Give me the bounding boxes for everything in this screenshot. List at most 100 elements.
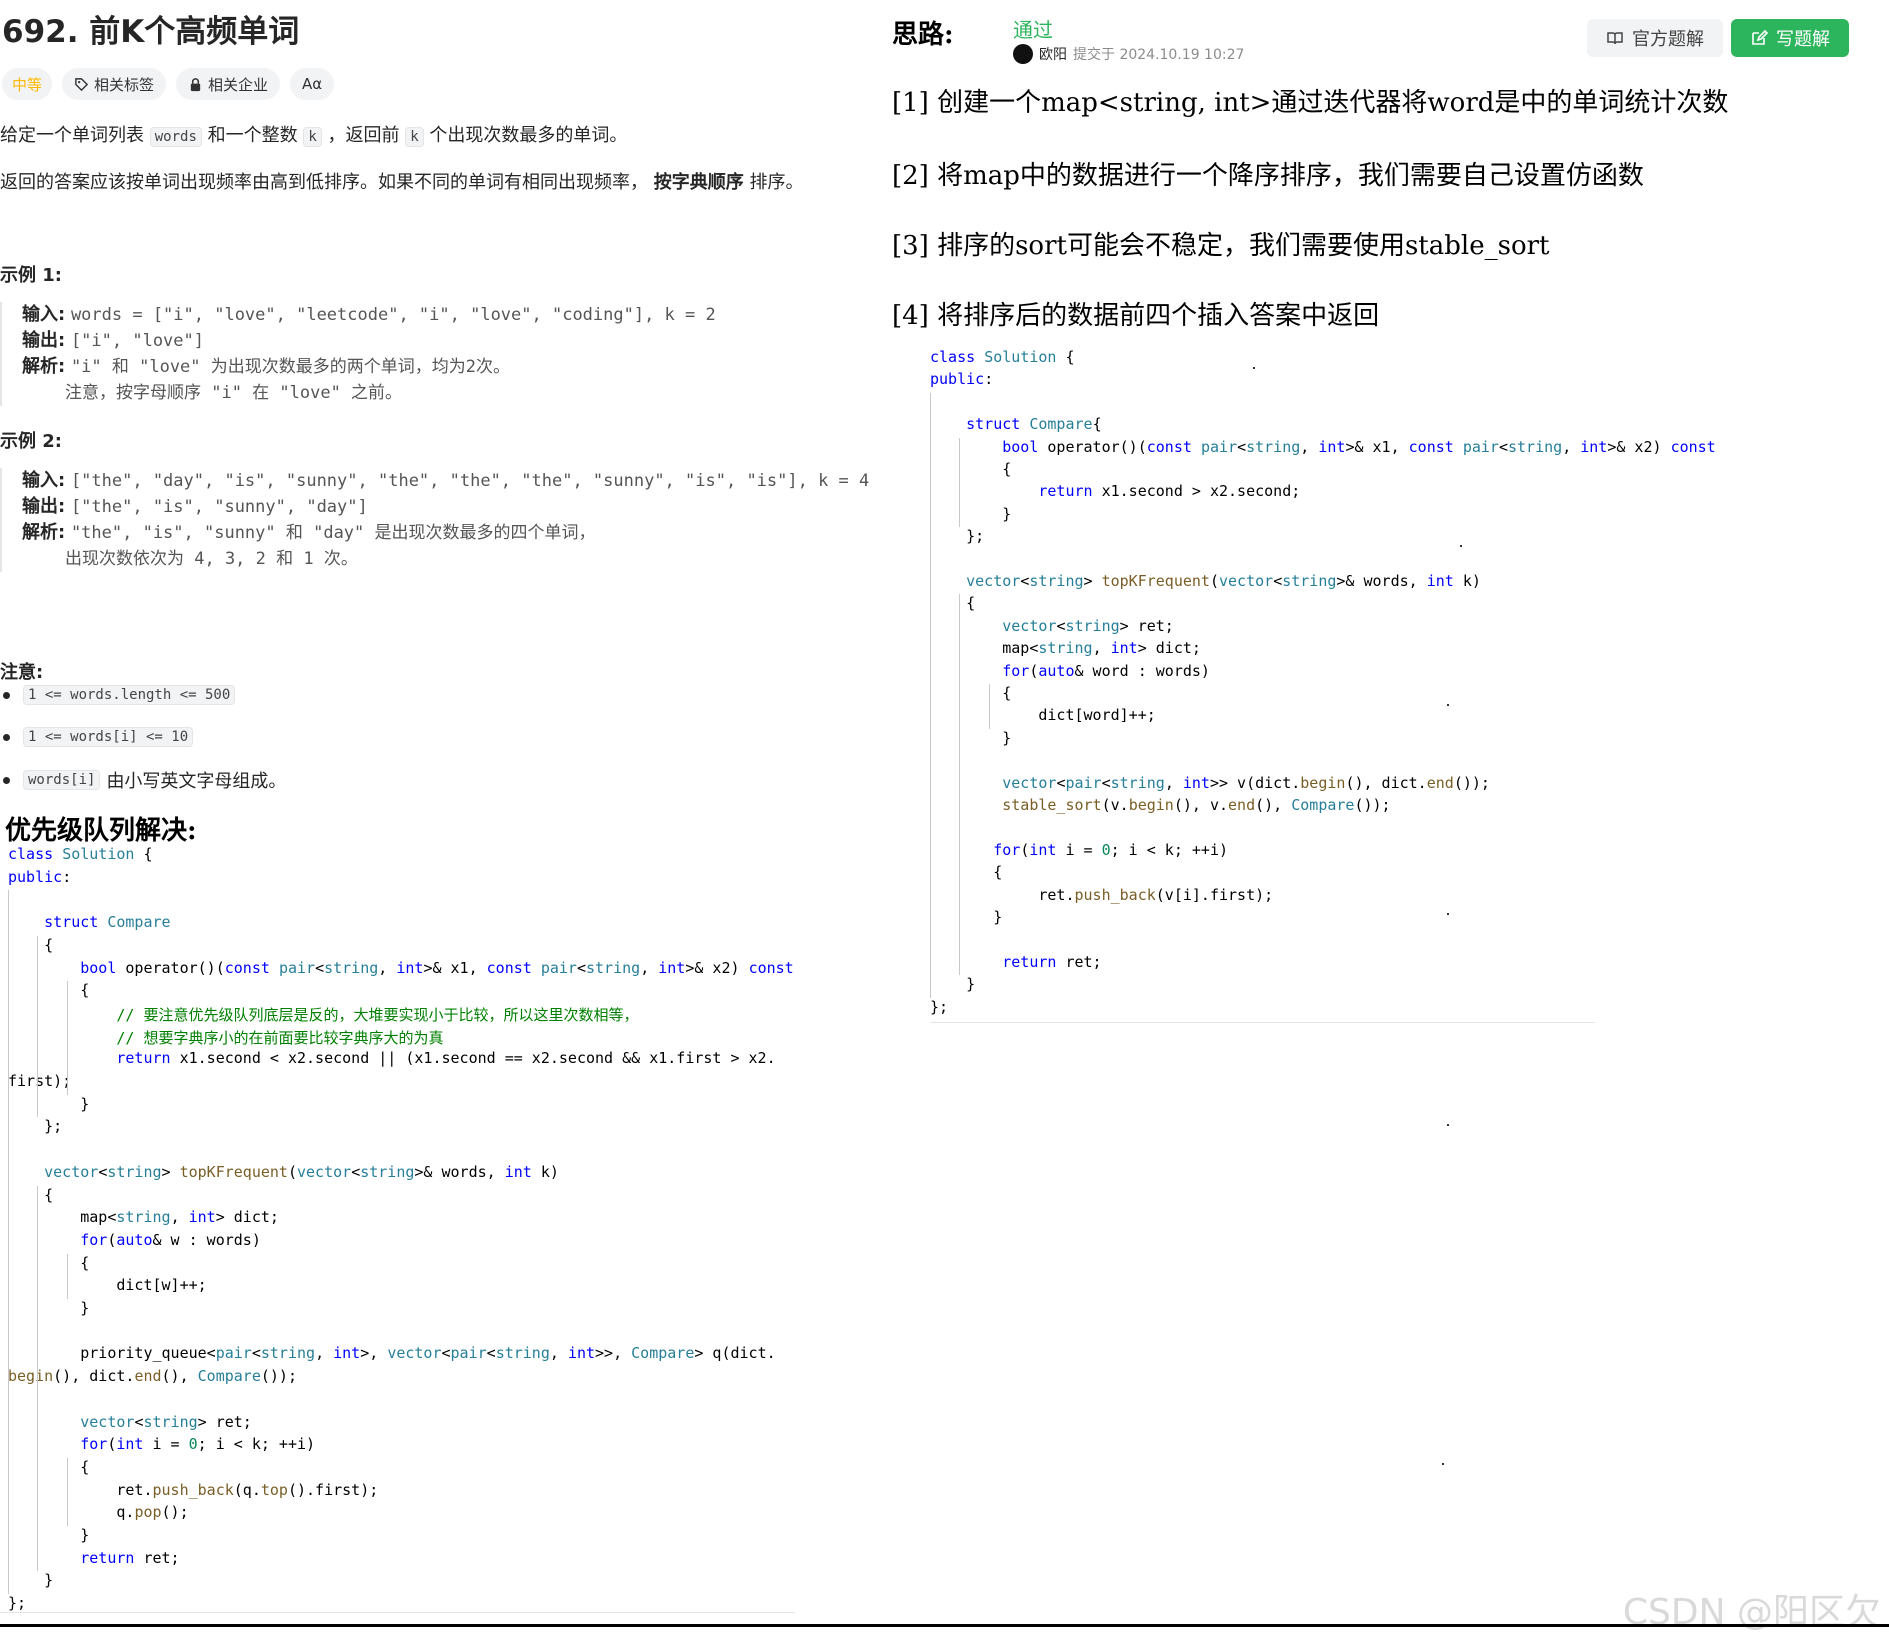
step-1: [1] 创建一个map<string, int>通过迭代器将word是中的单词统… (892, 88, 1729, 118)
tag-icon (75, 77, 89, 91)
font-icon: Aα (302, 75, 323, 93)
problem-panel: 692. 前K个高频单词 中等 相关标签 相关企业 Aα 给定一个单词列表 wo… (0, 0, 900, 1637)
solution-heading: 思路: (892, 20, 954, 50)
desc-bold: 按字典顺序 (653, 172, 744, 193)
indent-guide (930, 392, 931, 998)
code-line: for(auto& w : words) (80, 1230, 261, 1249)
code-line: ret.push_back(q.top().first); (8, 1480, 379, 1499)
edit-icon (1752, 29, 1768, 45)
code-line: { (930, 594, 976, 613)
output-label: 输出: (22, 330, 66, 351)
explanation-label: 解析: (22, 356, 66, 377)
desc-text: 排序。 (743, 172, 804, 193)
official-solution-button[interactable]: 官方题解 (1587, 19, 1723, 57)
code-line: { (8, 935, 54, 954)
code-line: struct Compare (44, 913, 171, 932)
code-line: } (930, 504, 1012, 523)
code-line: class Solution { (8, 845, 153, 863)
indent-guide (8, 890, 9, 1595)
desc-text: 给定一个单词列表 (0, 125, 150, 146)
code-line: } (930, 908, 1003, 926)
font-size-button[interactable]: Aα (290, 68, 335, 100)
note-code: 1 <= words[i] <= 10 (23, 727, 194, 747)
write-solution-button[interactable]: 写题解 (1731, 19, 1849, 57)
bullet-icon (3, 776, 10, 784)
indent-guide (37, 935, 38, 1118)
inline-code: k (303, 127, 322, 147)
note-code: words[i] (23, 770, 101, 790)
explanation-continued: 注意，按字母顺序 "i" 在 "love" 之前。 (65, 383, 403, 403)
code-line: for(int i = 0; i < k; ++i) (80, 1435, 316, 1454)
code-line: }; (930, 527, 985, 546)
avatar[interactable] (1013, 44, 1033, 64)
note-text: 由小写英文字母组成。 (106, 771, 287, 792)
divider (0, 1612, 795, 1613)
stray-dot (1447, 704, 1449, 706)
inline-code: k (405, 127, 424, 147)
code-line: first); (8, 1072, 72, 1090)
explanation-value: "the", "is", "sunny" 和 "day" 是出现次数最多的四个单… (70, 523, 596, 543)
difficulty-badge[interactable]: 中等 (2, 68, 53, 100)
indent-guide (67, 1457, 68, 1526)
pq-solution-heading: 优先级队列解决: (5, 816, 197, 846)
indent-guide (37, 1185, 38, 1572)
code-line: bool operator()(const pair<string, int>&… (80, 958, 794, 977)
code-line: { (930, 863, 1003, 882)
indent-guide (67, 981, 68, 1095)
code-line: } (8, 1526, 90, 1544)
author-name[interactable]: 欧阳 (1039, 44, 1067, 64)
watermark: CSDN @阳区欠 (1622, 1592, 1881, 1633)
explanation-value: "i" 和 "love" 为出现次数最多的两个单词，均为2次。 (70, 357, 510, 377)
write-solution-label: 写题解 (1776, 29, 1830, 50)
step-2: [2] 将map中的数据进行一个降序排序，我们需要自己设置仿函数 (892, 161, 1644, 191)
code-line: { (8, 1185, 54, 1204)
solution-code-block: class Solution {public: struct Compare{ … (930, 348, 1716, 1028)
code-line: return ret; (80, 1548, 180, 1567)
note-code: 1 <= words.length <= 500 (23, 685, 236, 705)
code-line: q.pop(); (8, 1503, 189, 1522)
code-line: }; (8, 1117, 63, 1136)
code-line: } (8, 1299, 90, 1317)
step-4: [4] 将排序后的数据前四个插入答案中返回 (892, 301, 1380, 331)
desc-text: 返回的答案应该按单词出现频率由高到低排序。如果不同的单词有相同出现频率， (0, 172, 654, 193)
related-companies-label: 相关企业 (208, 75, 269, 94)
code-line: { (930, 684, 1012, 702)
stray-dot (1447, 1124, 1449, 1126)
code-line: vector<string> topKFrequent(vector<strin… (44, 1162, 559, 1181)
example-1-heading: 示例 1: (0, 265, 62, 286)
code-line: // 想要字典序小的在前面要比较字典序大的为真 (116, 1028, 444, 1047)
stray-dot (1460, 545, 1462, 547)
submit-time: 提交于 2024.10.19 10:27 (1073, 47, 1245, 63)
code-line: vector<string> ret; (1002, 616, 1174, 635)
example-2-heading: 示例 2: (0, 431, 62, 452)
status-badge[interactable]: 通过 (1013, 14, 1053, 43)
code-line: ret.push_back(v[i].first); (930, 885, 1274, 904)
lock-icon (190, 77, 201, 91)
code-line: // 要注意优先级队列底层是反的，大堆要实现小于比较，所以这里次数相等， (116, 1005, 639, 1024)
code-line: } (930, 728, 1012, 747)
step-3: [3] 排序的sort可能会不稳定，我们需要使用stable_sort (892, 231, 1550, 261)
code-line: vector<string> topKFrequent(vector<strin… (966, 572, 1481, 590)
code-line: } (930, 975, 976, 994)
pq-code-block: class Solution { public: struct Compare {… (8, 845, 798, 1615)
bullet-icon (3, 733, 10, 741)
code-line: struct Compare{ (966, 415, 1102, 434)
code-line: return x1.second > x2.second; (1038, 482, 1301, 501)
solution-panel: 思路: 通过 欧阳 提交于 2024.10.19 10:27 官方题解 写题解 … (880, 0, 1889, 1637)
example-2-block: 输入: ["the", "day", "is", "sunny", "the",… (0, 468, 869, 572)
related-companies-button[interactable]: 相关企业 (176, 68, 281, 100)
code-line: { (8, 1253, 90, 1272)
code-line: public: (8, 867, 72, 886)
code-line: }; (930, 997, 949, 1016)
related-tags-label: 相关标签 (94, 75, 155, 94)
code-line: dict[word]++; (930, 706, 1156, 725)
output-value: ["i", "love"] (70, 331, 204, 351)
code-line: { (8, 981, 90, 1000)
bottom-border (0, 1624, 1889, 1627)
related-tags-button[interactable]: 相关标签 (62, 68, 167, 100)
indent-guide (67, 1253, 68, 1299)
code-line: stable_sort(v.begin(), v.end(), Compare(… (1002, 796, 1391, 814)
code-line: class Solution { (930, 348, 1075, 366)
desc-text: 个出现次数最多的单词。 (423, 125, 628, 146)
book-icon (1607, 32, 1623, 45)
